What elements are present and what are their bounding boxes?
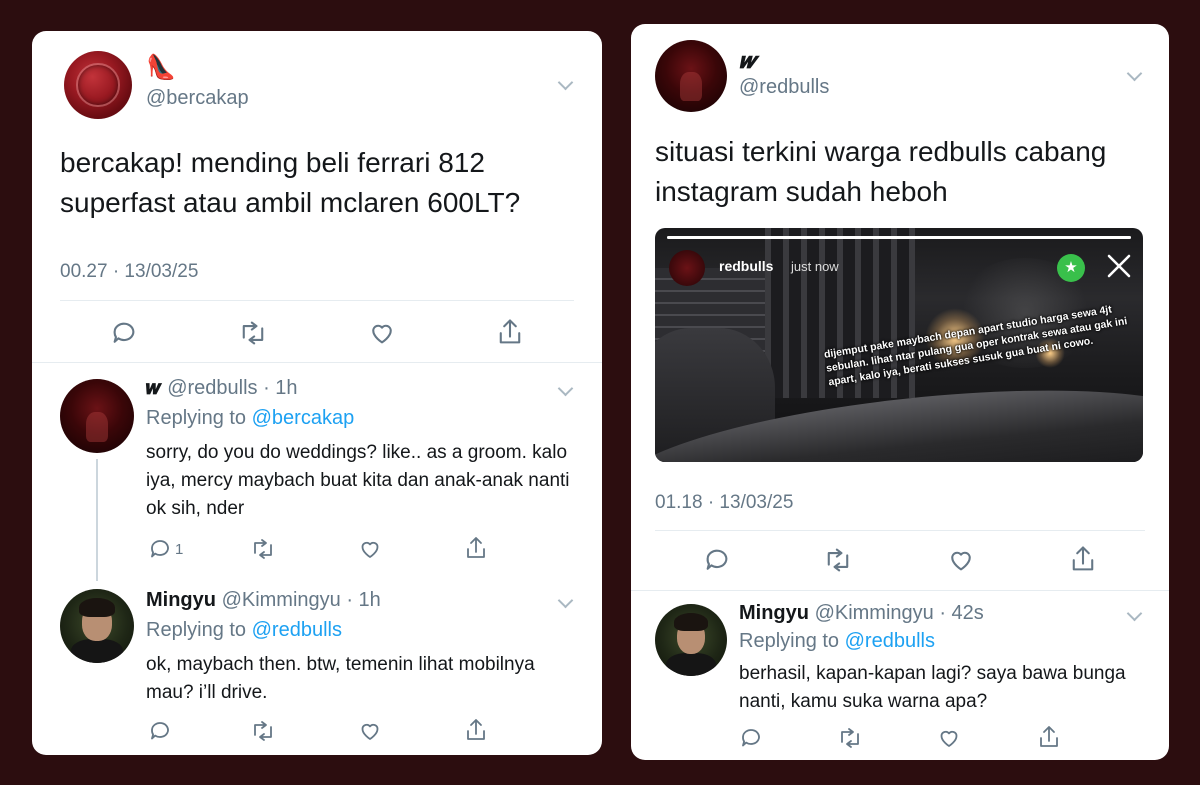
like-icon[interactable] [358, 537, 382, 561]
chevron-down-icon[interactable] [557, 74, 574, 91]
close-friends-star-icon: ★ [1057, 254, 1085, 282]
handle[interactable]: @bercakap [146, 87, 249, 110]
retweet-icon[interactable] [250, 719, 276, 743]
display-name[interactable]: 👠 [146, 53, 176, 82]
story-time: just now [791, 259, 839, 274]
reply-count: 1 [175, 541, 184, 558]
display-name[interactable]: Mingyu [146, 589, 216, 611]
reply-icon[interactable] [739, 726, 763, 750]
like-icon[interactable] [937, 726, 961, 750]
like-icon[interactable] [358, 719, 382, 743]
replying-to: Replying to @redbulls [739, 630, 935, 652]
like-icon[interactable] [947, 546, 975, 574]
share-icon[interactable] [464, 717, 488, 743]
replying-to-link[interactable]: @redbulls [845, 630, 935, 652]
tweet-timestamp[interactable]: 01.18 · 13/03/25 [655, 492, 793, 514]
chevron-down-icon[interactable] [1126, 605, 1143, 622]
story-progress-bar [667, 236, 1131, 239]
reply-header: Mingyu @Kimmingyu · 42s [739, 602, 984, 625]
reply-icon[interactable] [148, 537, 172, 561]
retweet-icon[interactable] [238, 319, 268, 347]
redbulls-avatar[interactable] [60, 379, 134, 453]
tweet-card-right: 𝒘 @redbulls situasi terkini warga redbul… [631, 24, 1169, 760]
reply-text: sorry, do you do weddings? like.. as a g… [146, 442, 570, 519]
chevron-down-icon[interactable] [1126, 65, 1143, 82]
mingyu-avatar[interactable] [60, 589, 134, 663]
handle-time[interactable]: @redbulls · 1h [167, 377, 297, 399]
handle-time[interactable]: @Kimmingyu · 1h [222, 589, 381, 611]
instagram-story-image[interactable]: redbulls just now ★ dijemput pake maybac… [655, 228, 1143, 462]
like-icon[interactable] [368, 319, 396, 347]
display-name[interactable]: 𝒘 [739, 48, 756, 74]
display-name[interactable]: 𝒘 [146, 377, 162, 399]
retweet-icon[interactable] [250, 537, 276, 561]
retweet-icon[interactable] [837, 726, 863, 750]
share-icon[interactable] [464, 535, 488, 561]
reply-header: 𝒘 @redbulls · 1h [146, 377, 298, 400]
share-icon[interactable] [496, 317, 524, 347]
replying-to-link[interactable]: @redbulls [252, 619, 342, 641]
display-name[interactable]: Mingyu [739, 602, 809, 624]
retweet-icon[interactable] [823, 546, 853, 574]
tweet-card-left: 👠 @bercakap bercakap! mending beli ferra… [32, 31, 602, 755]
story-avatar[interactable] [669, 250, 705, 286]
reply-icon[interactable] [148, 719, 172, 743]
tweet-text: bercakap! mending beli ferrari 812 super… [60, 147, 521, 218]
divider [32, 362, 602, 363]
reply-header: Mingyu @Kimmingyu · 1h [146, 589, 381, 612]
share-icon[interactable] [1069, 544, 1097, 574]
replying-to-link[interactable]: @bercakap [252, 407, 355, 429]
share-icon[interactable] [1037, 724, 1061, 750]
divider [655, 530, 1145, 531]
mingyu-avatar[interactable] [655, 604, 727, 676]
replying-to: Replying to @bercakap [146, 407, 355, 429]
chevron-down-icon[interactable] [557, 380, 574, 397]
tweet-timestamp[interactable]: 00.27 · 13/03/25 [60, 261, 198, 283]
redbulls-avatar[interactable] [655, 40, 727, 112]
reply-text: ok, maybach then. btw, temenin lihat mob… [146, 654, 535, 703]
divider [60, 300, 574, 301]
close-icon[interactable] [1103, 250, 1135, 282]
reply-icon[interactable] [110, 319, 138, 347]
handle-time[interactable]: @Kimmingyu · 42s [815, 602, 984, 624]
handle[interactable]: @redbulls [739, 76, 829, 99]
reply-text: berhasil, kapan-kapan lagi? saya bawa bu… [739, 663, 1126, 712]
reply-icon[interactable] [703, 546, 731, 574]
divider [631, 590, 1169, 591]
tweet-text: situasi terkini warga redbulls cabang in… [655, 136, 1107, 207]
thread-line [96, 459, 98, 581]
chevron-down-icon[interactable] [557, 592, 574, 609]
replying-to: Replying to @redbulls [146, 619, 342, 641]
story-username[interactable]: redbulls [719, 258, 773, 274]
bercakap-avatar[interactable] [64, 51, 132, 119]
